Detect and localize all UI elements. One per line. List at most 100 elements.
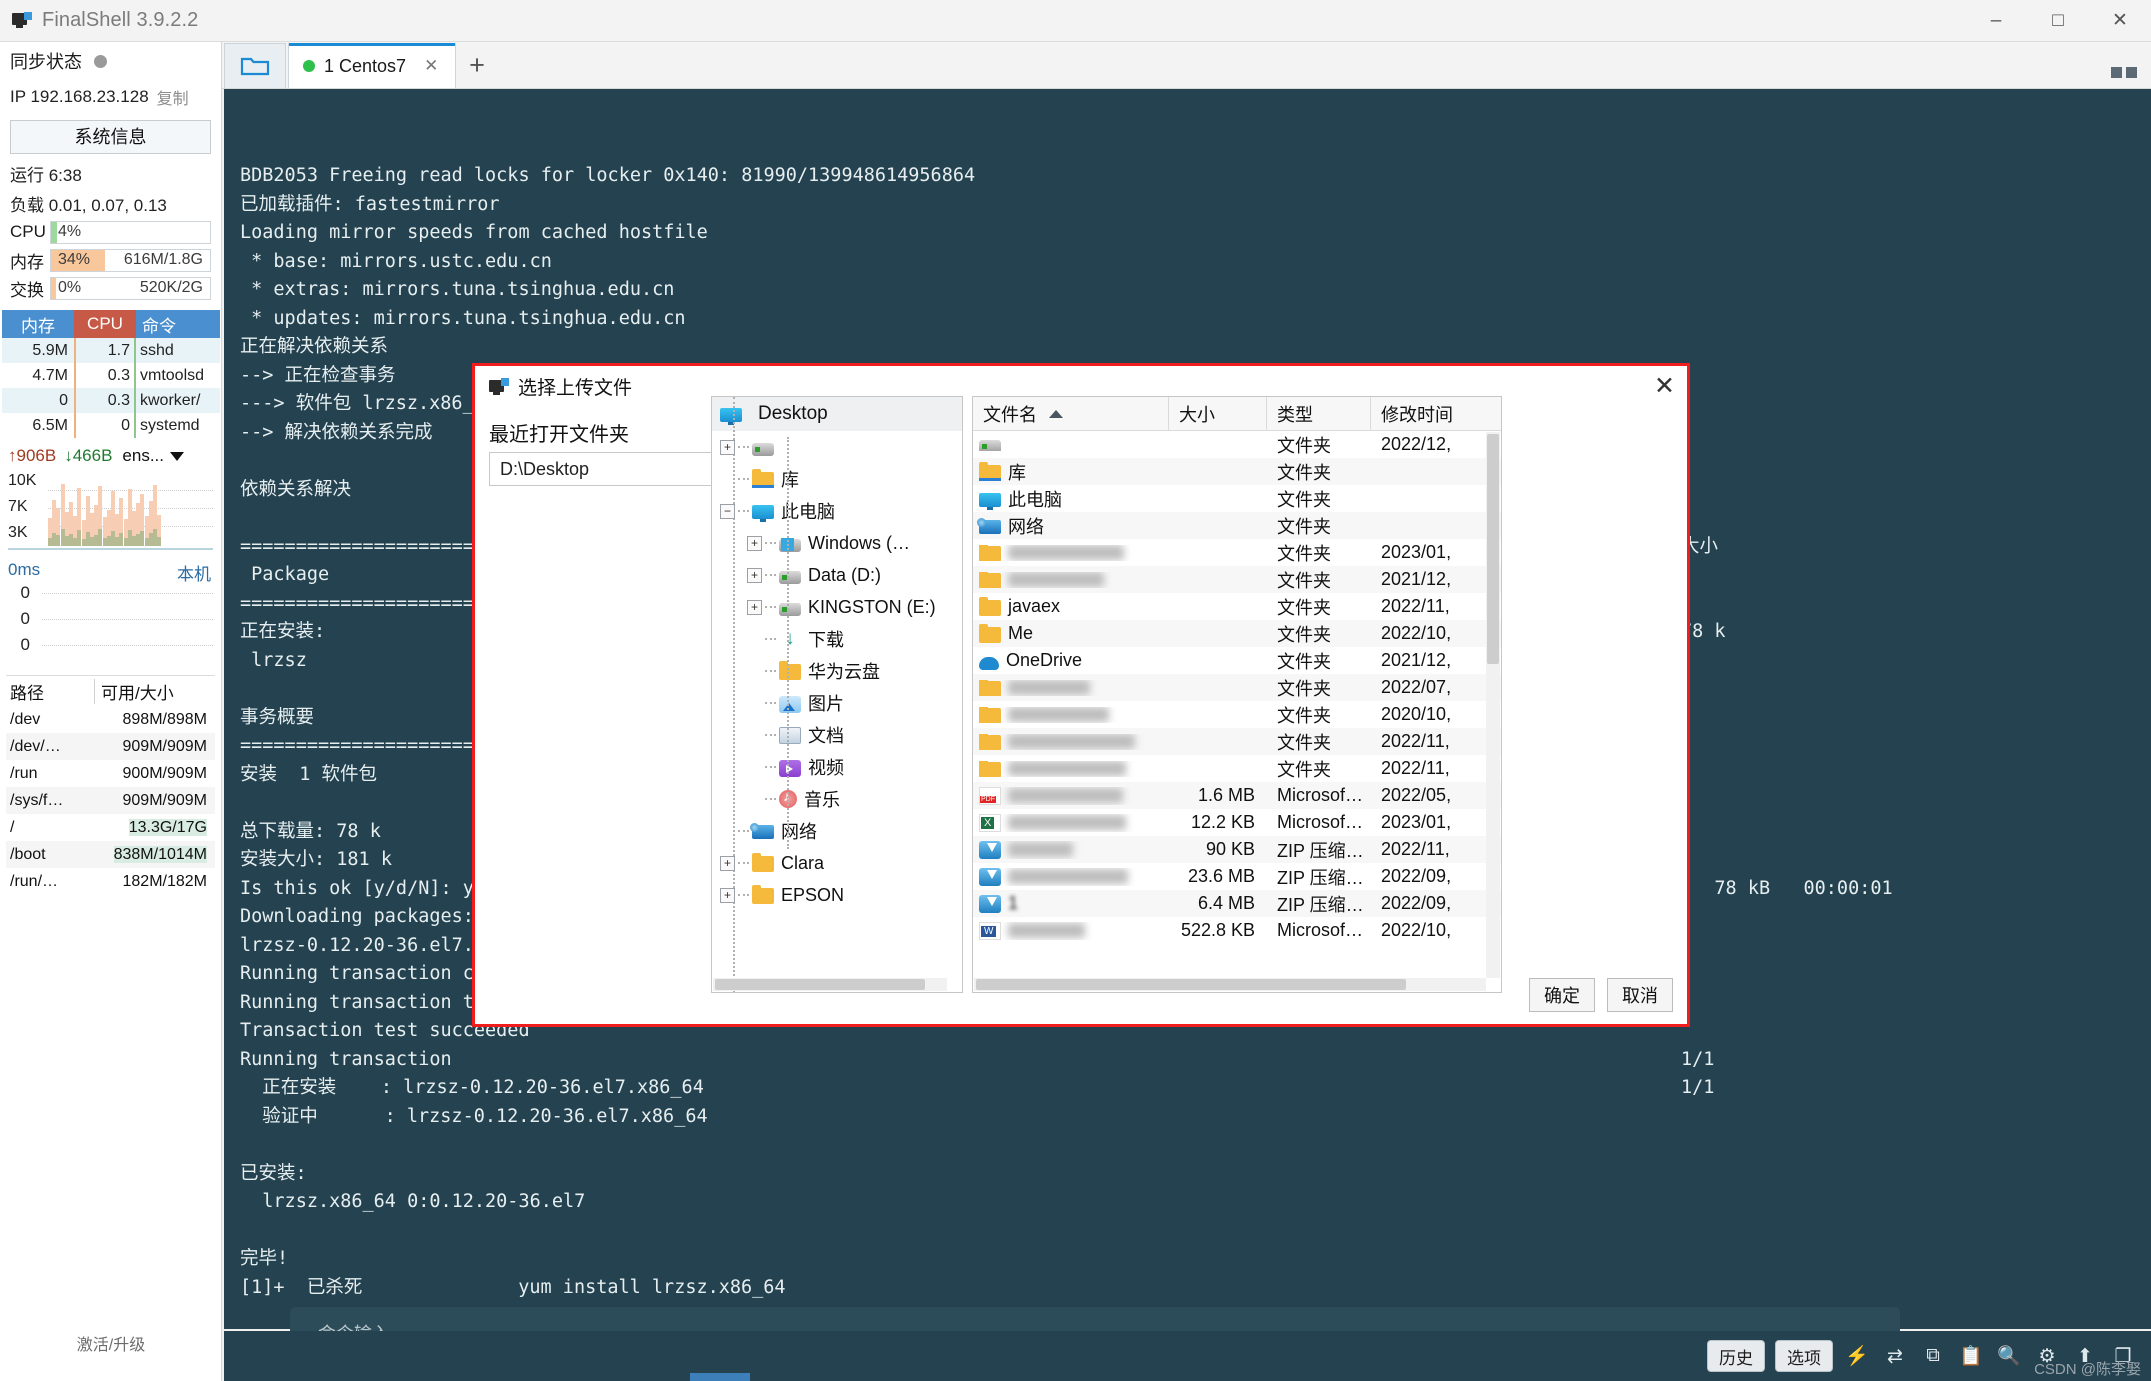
file-list-row[interactable]: javaex 文件夹 2022/11,: [973, 593, 1501, 620]
chevron-down-icon[interactable]: [170, 452, 184, 461]
tree-item-下载[interactable]: ↓ 下载: [712, 623, 962, 655]
zip-icon: [979, 895, 1001, 913]
share-icon[interactable]: ⇄: [1881, 1342, 1909, 1370]
file-list-row[interactable]: 1 6.4 MB ZIP 压缩… 2022/09,: [973, 890, 1501, 917]
tree-expander[interactable]: +: [747, 568, 762, 583]
process-row[interactable]: 4.7M 0.3 vmtoolsd: [2, 363, 220, 388]
file-name: Me: [1008, 623, 1033, 644]
file-list-row[interactable]: 90 KB ZIP 压缩… 2022/11,: [973, 836, 1501, 863]
tree-expander[interactable]: −: [720, 504, 735, 519]
file-list-row[interactable]: OneDrive 文件夹 2021/12,: [973, 647, 1501, 674]
new-tab-button[interactable]: +: [456, 43, 498, 88]
file-list-horizontal-scrollbar[interactable]: [974, 978, 1486, 991]
tree-item-drive[interactable]: +: [712, 431, 962, 463]
disk-row[interactable]: /run/… 182M/182M: [6, 868, 215, 895]
open-folder-icon[interactable]: [224, 43, 286, 88]
graph-label-3k: 3K: [8, 522, 46, 548]
history-button[interactable]: 历史: [1707, 1340, 1765, 1372]
file-list-row[interactable]: 文件夹 2023/01,: [973, 539, 1501, 566]
disk-row[interactable]: / 13.3G/17G: [6, 814, 215, 841]
proc-col-cmd[interactable]: 命令: [136, 310, 220, 338]
col-header-date[interactable]: 修改时间: [1371, 397, 1501, 430]
cancel-button[interactable]: 取消: [1607, 978, 1673, 1012]
sidebar: 同步状态 IP 192.168.23.128 复制 系统信息 运行 6:38 负…: [0, 42, 222, 1381]
process-row[interactable]: 5.9M 1.7 sshd: [2, 338, 220, 363]
copy-icon[interactable]: ⧉: [1919, 1342, 1947, 1370]
file-list-row[interactable]: 文件夹 2020/10,: [973, 701, 1501, 728]
tab-close-icon[interactable]: ✕: [424, 56, 438, 76]
tree-item-音乐[interactable]: 音乐: [712, 783, 962, 815]
tree-root-label: Desktop: [758, 403, 828, 425]
tree-item-文档[interactable]: 文档: [712, 719, 962, 751]
file-list-row[interactable]: 文件夹 2022/12,: [973, 431, 1501, 458]
file-type: Microsof…: [1267, 812, 1371, 833]
grid-layout-icon[interactable]: [2111, 67, 2137, 78]
tree-item-label: KINGSTON (E:): [808, 597, 936, 618]
tab-centos7[interactable]: 1 Centos7 ✕: [288, 43, 456, 88]
minimize-button[interactable]: –: [1965, 0, 2027, 42]
file-list-row[interactable]: 522.8 KB Microsof… 2022/10,: [973, 917, 1501, 944]
file-list-row[interactable]: 文件夹 2021/12,: [973, 566, 1501, 593]
terminal-line-right: 1/1: [1681, 1074, 2151, 1103]
disk-row[interactable]: /sys/f… 909M/909M: [6, 787, 215, 814]
disk-row[interactable]: /run 900M/909M: [6, 760, 215, 787]
tree-item-Windows (…[interactable]: + Windows (…: [712, 527, 962, 559]
disk-row[interactable]: /boot 838M/1014M: [6, 841, 215, 868]
tree-item-图片[interactable]: 图片: [712, 687, 962, 719]
dialog-close-icon[interactable]: ✕: [1654, 374, 1675, 399]
file-name-cell: [973, 707, 1169, 723]
file-list-panel[interactable]: 文件名 大小 类型 修改时间 文件夹 2022/12, 库文件夹 此电脑 文件夹 网络 文件…: [972, 396, 1502, 993]
tree-item-KINGSTON (E:)[interactable]: + KINGSTON (E:): [712, 591, 962, 623]
folder-icon: [979, 546, 1001, 561]
copy-ip-link[interactable]: 复制: [157, 85, 189, 109]
file-list-row[interactable]: 文件夹 2022/11,: [973, 728, 1501, 755]
close-button[interactable]: ✕: [2089, 0, 2151, 42]
tree-item-库[interactable]: 库: [712, 463, 962, 495]
tree-expander[interactable]: +: [720, 440, 735, 455]
file-list-row[interactable]: 文件夹 2022/11,: [973, 755, 1501, 782]
window-titlebar: FinalShell 3.9.2.2 – □ ✕: [0, 0, 2151, 42]
file-list-row[interactable]: Me 文件夹 2022/10,: [973, 620, 1501, 647]
process-row[interactable]: 0 0.3 kworker/: [2, 388, 220, 413]
folder-tree-panel[interactable]: Desktop + 库 − 此电脑 + Windows (… + Data (D:) + KING…: [711, 396, 963, 993]
tree-root-item[interactable]: Desktop: [712, 397, 962, 431]
file-list-row[interactable]: 此电脑 文件夹: [973, 485, 1501, 512]
file-list-row[interactable]: 1.6 MB Microsof… 2022/05,: [973, 782, 1501, 809]
search-icon[interactable]: 🔍: [1995, 1342, 2023, 1370]
tree-expander[interactable]: +: [720, 856, 735, 871]
file-list-row[interactable]: 网络 文件夹: [973, 512, 1501, 539]
bolt-icon[interactable]: ⚡: [1843, 1342, 1871, 1370]
tree-expander[interactable]: +: [747, 536, 762, 551]
file-list-row[interactable]: 23.6 MB ZIP 压缩… 2022/09,: [973, 863, 1501, 890]
tree-expander[interactable]: +: [720, 888, 735, 903]
file-list-row[interactable]: 文件夹 2022/07,: [973, 674, 1501, 701]
proc-col-cpu[interactable]: CPU: [74, 310, 136, 338]
tree-horizontal-scrollbar[interactable]: [713, 978, 947, 991]
file-list-scrollbar[interactable]: [1486, 432, 1500, 978]
file-list-row[interactable]: 库 文件夹: [973, 458, 1501, 485]
tree-item-华为云盘[interactable]: 华为云盘: [712, 655, 962, 687]
file-date: 2022/10,: [1371, 623, 1501, 644]
process-row[interactable]: 6.5M 0 systemd: [2, 413, 220, 438]
tree-item-Clara[interactable]: + Clara: [712, 847, 962, 879]
col-header-filename[interactable]: 文件名: [973, 397, 1169, 430]
col-header-size[interactable]: 大小: [1169, 397, 1267, 430]
tree-item-此电脑[interactable]: − 此电脑: [712, 495, 962, 527]
tree-item-网络[interactable]: 网络: [712, 815, 962, 847]
activate-upgrade-link[interactable]: 激活/升级: [0, 1331, 222, 1355]
proc-col-mem[interactable]: 内存: [2, 310, 74, 338]
ok-button[interactable]: 确定: [1529, 978, 1595, 1012]
maximize-button[interactable]: □: [2027, 0, 2089, 42]
options-button[interactable]: 选项: [1775, 1340, 1833, 1372]
clipboard-icon[interactable]: 📋: [1957, 1342, 1985, 1370]
tree-item-Data (D:)[interactable]: + Data (D:): [712, 559, 962, 591]
disk-row[interactable]: /dev/… 909M/909M: [6, 733, 215, 760]
tree-item-视频[interactable]: 视频: [712, 751, 962, 783]
system-info-button[interactable]: 系统信息: [10, 120, 211, 154]
tree-item-EPSON[interactable]: + EPSON: [712, 879, 962, 911]
disk-row[interactable]: /dev 898M/898M: [6, 706, 215, 733]
col-header-type[interactable]: 类型: [1267, 397, 1371, 430]
file-name: [1008, 923, 1085, 938]
file-list-row[interactable]: 12.2 KB Microsof… 2023/01,: [973, 809, 1501, 836]
tree-expander[interactable]: +: [747, 600, 762, 615]
